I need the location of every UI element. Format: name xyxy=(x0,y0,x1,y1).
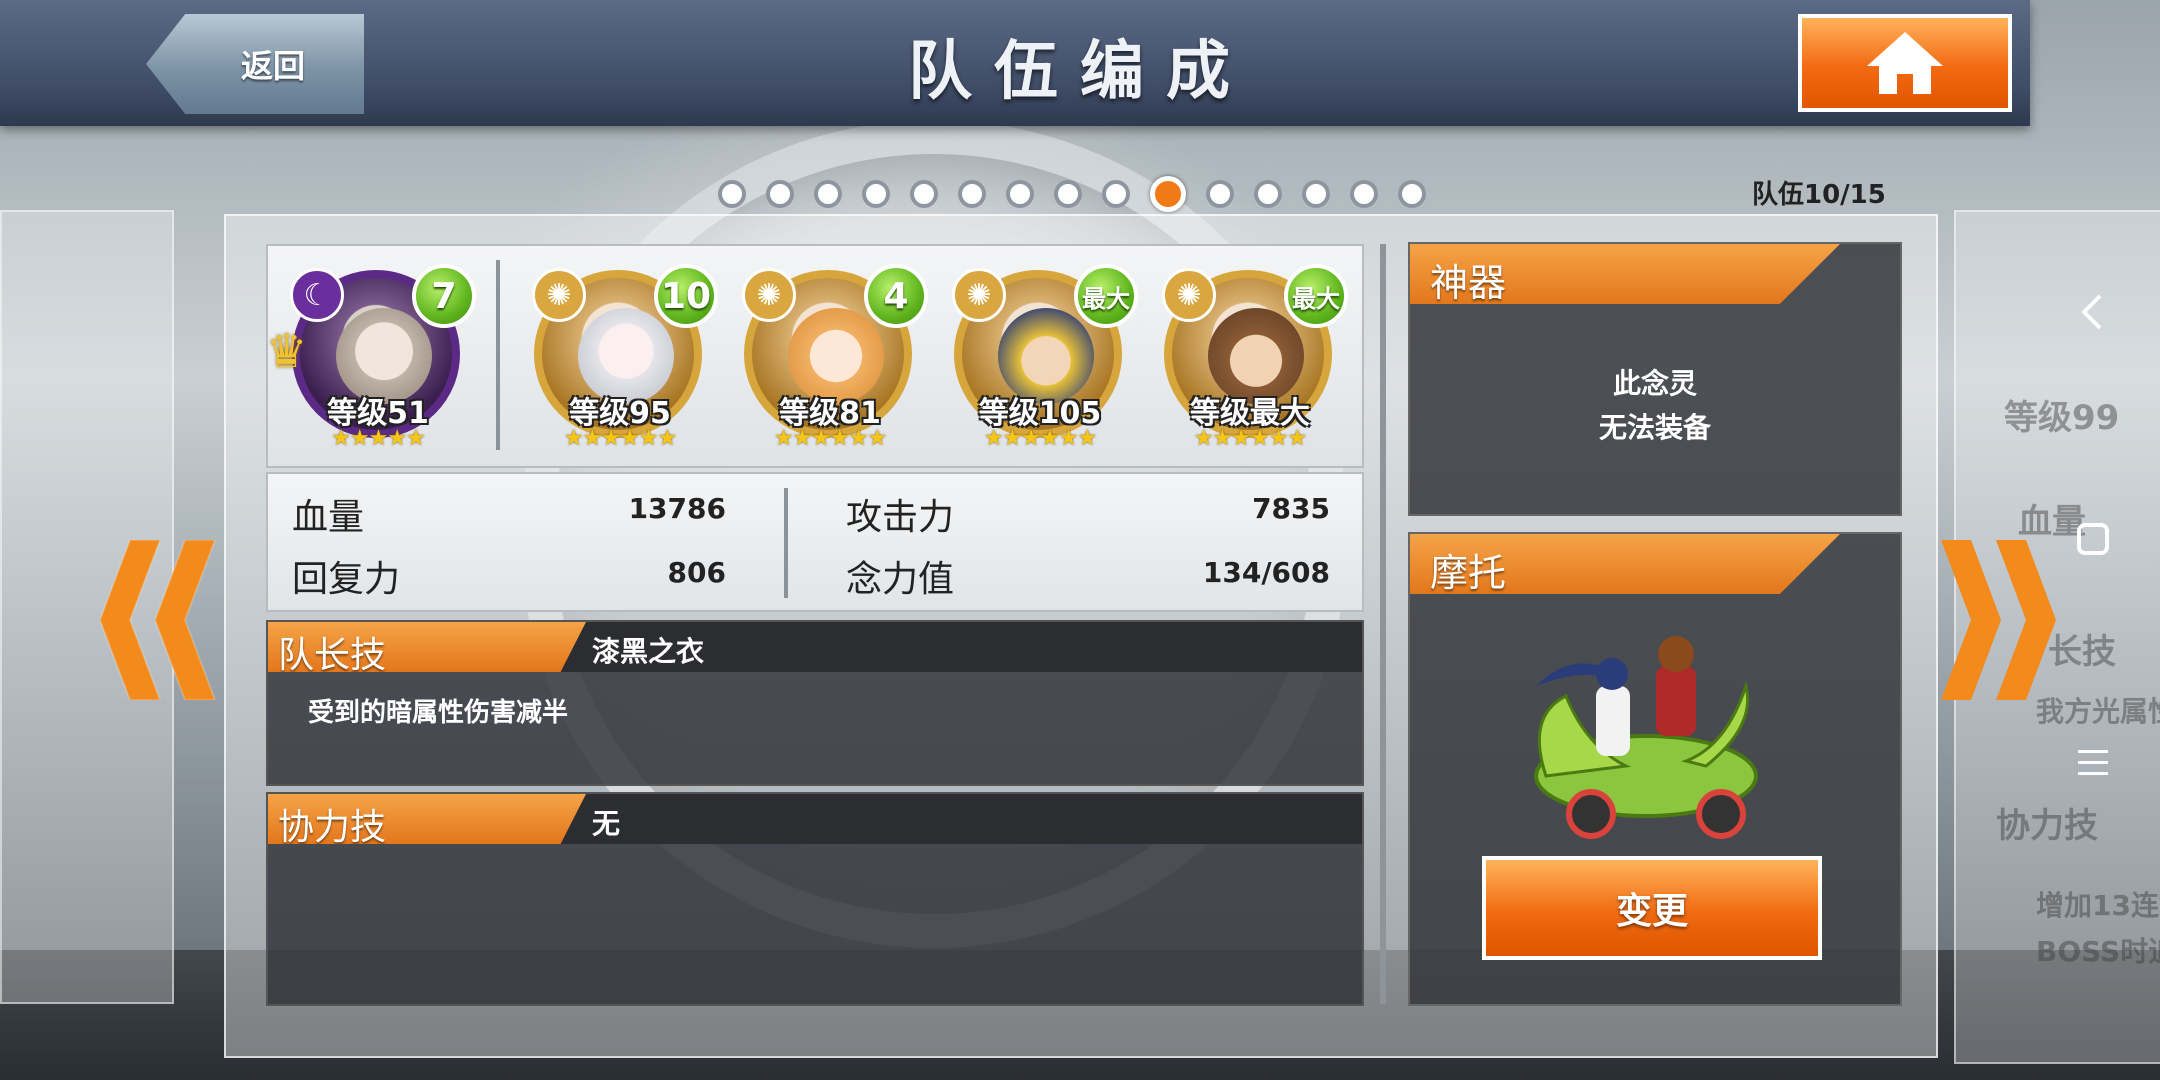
top-bar: 返回 队伍编成 xyxy=(0,0,2030,126)
combo-skill-tag: 协力技 xyxy=(268,794,586,844)
recovery-label: 回复力 xyxy=(292,559,401,600)
team-stats-panel: 血量 13786 回复力 806 攻击力 7835 念力值 134/608 xyxy=(266,472,1364,612)
light-attribute-icon: ✺ xyxy=(532,268,586,322)
member-slot-3[interactable]: ✺ 4 等级81 ★★★★★★ xyxy=(738,264,928,454)
awaken-badge: 4 xyxy=(864,264,928,328)
artifact-message-line2: 无法装备 xyxy=(1598,411,1711,444)
recovery-value: 806 xyxy=(667,556,726,589)
motorbike-image xyxy=(1534,636,1758,839)
change-motor-button[interactable]: 变更 xyxy=(1482,856,1822,960)
leader-skill-header: 队长技 漆黑之衣 xyxy=(268,622,1362,672)
system-menu-icon[interactable] xyxy=(2076,748,2110,778)
pager-dot[interactable] xyxy=(1102,180,1130,208)
team-members-panel: ☾ 7 ♛ 等级51 ★★★★★ ✺ 10 等级95 ★★★★★★ ✺ 4 等级… xyxy=(266,244,1364,468)
pager-dot-active[interactable] xyxy=(1150,176,1186,212)
hp-label: 血量 xyxy=(292,497,365,538)
psy-label: 念力值 xyxy=(846,559,955,600)
system-home-icon[interactable] xyxy=(2076,522,2110,556)
member-stars: ★★★★★★ xyxy=(563,426,677,451)
awaken-badge: 最大 xyxy=(1074,264,1138,328)
leader-skill-tag: 队长技 xyxy=(268,622,586,672)
pager-dot[interactable] xyxy=(1054,180,1082,208)
pager-dot[interactable] xyxy=(862,180,890,208)
pager-dot[interactable] xyxy=(1398,180,1426,208)
pager-dot[interactable] xyxy=(1350,180,1378,208)
awaken-badge: 7 xyxy=(412,264,476,328)
team-pager xyxy=(718,176,1426,212)
member-stars: ★★★★★★ xyxy=(1193,426,1307,451)
light-attribute-icon: ✺ xyxy=(1162,268,1216,322)
motor-panel: 摩托 变更 xyxy=(1408,532,1902,1006)
motor-tag: 摩托 xyxy=(1410,534,1840,594)
leader-skill-description: 受到的暗属性伤害减半 xyxy=(308,698,569,728)
pager-dot[interactable] xyxy=(766,180,794,208)
leader-divider xyxy=(496,260,500,450)
dark-attribute-icon: ☾ xyxy=(290,268,344,322)
awaken-badge: 10 xyxy=(654,264,718,328)
member-slot-4[interactable]: ✺ 最大 等级105 ★★★★★★ xyxy=(948,264,1138,454)
page-title: 队伍编成 xyxy=(908,35,1252,109)
motor-label: 摩托 xyxy=(1430,551,1507,595)
hp-value: 13786 xyxy=(628,492,726,525)
member-stars: ★★★★★ xyxy=(331,426,426,451)
leader-crown-icon: ♛ xyxy=(266,324,308,378)
artifact-message: 此念灵 无法装备 xyxy=(1410,362,1900,450)
pager-dot[interactable] xyxy=(1302,180,1330,208)
team-count: 队伍10/15 xyxy=(1752,180,1886,210)
leader-skill-name: 漆黑之衣 xyxy=(592,635,705,668)
pager-dot[interactable] xyxy=(1206,180,1234,208)
member-slot-5[interactable]: ✺ 最大 等级最大 ★★★★★★ xyxy=(1158,264,1348,454)
stats-divider xyxy=(784,488,788,598)
leader-skill-box: 队长技 漆黑之衣 受到的暗属性伤害减半 xyxy=(266,620,1364,786)
pager-dot[interactable] xyxy=(1254,180,1282,208)
system-navigation-bar xyxy=(2030,0,2160,1080)
system-back-icon[interactable] xyxy=(2078,292,2106,332)
pager-dot[interactable] xyxy=(958,180,986,208)
leader-skill-label: 队长技 xyxy=(278,635,387,676)
artifact-message-line1: 此念灵 xyxy=(1612,367,1697,400)
artifact-panel: 神器 此念灵 无法装备 xyxy=(1408,242,1902,516)
member-slot-2[interactable]: ✺ 10 等级95 ★★★★★★ xyxy=(528,264,718,454)
combo-skill-label: 协力技 xyxy=(278,807,387,848)
column-divider xyxy=(1380,244,1386,1004)
attack-value: 7835 xyxy=(1252,492,1330,525)
pager-dot[interactable] xyxy=(910,180,938,208)
psy-value: 134/608 xyxy=(1202,556,1330,589)
back-button-label: 返回 xyxy=(240,47,305,85)
pager-dot[interactable] xyxy=(814,180,842,208)
home-icon xyxy=(1867,32,1943,94)
member-stars: ★★★★★★ xyxy=(773,426,887,451)
artifact-tag: 神器 xyxy=(1410,244,1840,304)
light-attribute-icon: ✺ xyxy=(742,268,796,322)
combo-skill-name: 无 xyxy=(592,807,621,840)
awaken-badge: 最大 xyxy=(1284,264,1348,328)
pager-dot[interactable] xyxy=(1006,180,1034,208)
member-stars: ★★★★★★ xyxy=(983,426,1097,451)
attack-label: 攻击力 xyxy=(846,497,955,538)
artifact-label: 神器 xyxy=(1430,261,1507,305)
previous-team-arrow-icon[interactable] xyxy=(100,540,220,700)
back-button[interactable]: 返回 xyxy=(146,14,364,114)
combo-skill-box: 协力技 无 xyxy=(266,792,1364,1006)
member-slot-1[interactable]: ☾ 7 ♛ 等级51 ★★★★★ xyxy=(266,264,476,454)
combo-skill-header: 协力技 无 xyxy=(268,794,1362,844)
light-attribute-icon: ✺ xyxy=(952,268,1006,322)
home-button[interactable] xyxy=(1798,14,2012,112)
pager-dot[interactable] xyxy=(718,180,746,208)
